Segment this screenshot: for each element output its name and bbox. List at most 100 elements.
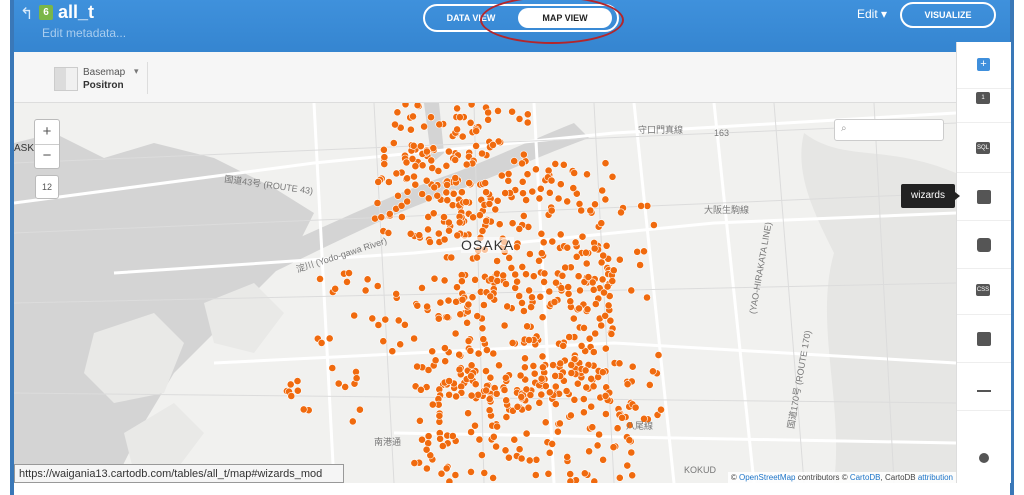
tool-geocode[interactable] [957, 437, 1011, 483]
data-point[interactable] [527, 303, 535, 311]
data-point[interactable] [523, 118, 532, 127]
data-point[interactable] [523, 170, 532, 179]
data-point[interactable] [588, 278, 597, 287]
data-point[interactable] [317, 338, 326, 347]
basemap-label[interactable]: Basemap [83, 67, 125, 78]
data-point[interactable] [445, 226, 453, 235]
data-point[interactable] [467, 391, 476, 400]
data-point[interactable] [548, 237, 557, 246]
data-point[interactable] [640, 247, 648, 256]
data-point[interactable] [601, 159, 610, 168]
data-point[interactable] [455, 113, 464, 122]
data-point[interactable] [562, 387, 571, 395]
data-point[interactable] [475, 435, 484, 444]
data-point[interactable] [601, 344, 610, 353]
data-point[interactable] [508, 338, 517, 347]
data-point[interactable] [532, 455, 541, 464]
visualize-button[interactable]: VISUALIZE [900, 2, 996, 28]
data-point[interactable] [401, 103, 410, 109]
data-point[interactable] [352, 374, 361, 383]
data-point[interactable] [618, 413, 626, 422]
data-point[interactable] [427, 113, 435, 122]
data-point[interactable] [418, 161, 427, 170]
data-point[interactable] [591, 300, 600, 308]
data-point[interactable] [512, 243, 521, 251]
map-canvas[interactable]: + − 12 ⌕ ASK 国道43号 (ROUTE 43) 淀川 (Yodo-g… [14, 103, 956, 483]
data-point[interactable] [519, 150, 528, 159]
data-point[interactable] [582, 383, 591, 392]
data-point[interactable] [373, 282, 382, 290]
data-point[interactable] [482, 346, 491, 354]
data-point[interactable] [436, 434, 444, 443]
data-point[interactable] [636, 261, 644, 269]
data-point[interactable] [400, 320, 409, 329]
data-point[interactable] [453, 104, 461, 113]
data-point[interactable] [564, 289, 573, 298]
data-point[interactable] [589, 382, 598, 391]
data-point[interactable] [355, 405, 364, 414]
data-point[interactable] [396, 340, 405, 349]
data-point[interactable] [544, 166, 553, 175]
data-point[interactable] [424, 366, 433, 374]
data-point[interactable] [554, 427, 562, 436]
data-point[interactable] [583, 305, 592, 314]
data-point[interactable] [453, 231, 462, 240]
data-point[interactable] [517, 454, 526, 463]
data-point[interactable] [615, 359, 624, 368]
data-point[interactable] [556, 419, 564, 428]
map-view-button[interactable]: MAP VIEW [518, 8, 612, 28]
data-point[interactable] [551, 371, 560, 380]
data-point[interactable] [440, 276, 449, 285]
data-point[interactable] [515, 114, 524, 123]
data-point[interactable] [418, 283, 426, 292]
data-point[interactable] [444, 147, 453, 156]
data-point[interactable] [578, 232, 587, 241]
data-point[interactable] [525, 336, 533, 344]
data-point[interactable] [299, 405, 308, 414]
data-point[interactable] [502, 413, 511, 421]
data-point[interactable] [499, 271, 508, 280]
data-point[interactable] [525, 456, 534, 465]
data-point[interactable] [389, 139, 398, 147]
data-point[interactable] [441, 357, 450, 366]
data-point[interactable] [422, 464, 431, 473]
data-point[interactable] [482, 188, 490, 197]
data-point[interactable] [526, 391, 535, 399]
data-point[interactable] [492, 389, 501, 398]
data-point[interactable] [453, 283, 461, 292]
data-point[interactable] [613, 424, 622, 433]
data-point[interactable] [422, 445, 431, 454]
data-point[interactable] [627, 448, 636, 457]
data-point[interactable] [601, 195, 610, 204]
data-point[interactable] [381, 315, 390, 324]
data-point[interactable] [341, 382, 350, 391]
data-point[interactable] [380, 160, 389, 168]
data-point[interactable] [577, 206, 586, 215]
data-point[interactable] [397, 213, 406, 221]
data-point[interactable] [615, 255, 624, 264]
data-point[interactable] [569, 184, 578, 192]
data-point[interactable] [286, 380, 295, 389]
data-point[interactable] [545, 188, 554, 197]
data-point[interactable] [535, 194, 544, 203]
data-point[interactable] [442, 161, 451, 170]
data-point[interactable] [564, 283, 573, 291]
data-point[interactable] [623, 461, 632, 470]
data-point[interactable] [530, 369, 539, 378]
data-point[interactable] [455, 350, 464, 359]
data-point[interactable] [541, 418, 550, 427]
data-point[interactable] [484, 108, 492, 117]
data-point[interactable] [552, 278, 560, 287]
data-point[interactable] [431, 356, 440, 365]
data-point[interactable] [379, 337, 388, 346]
data-point[interactable] [549, 361, 557, 369]
tool-legends[interactable] [957, 316, 1011, 363]
data-point[interactable] [428, 347, 437, 356]
data-point[interactable] [482, 367, 490, 375]
data-point[interactable] [440, 235, 449, 244]
data-point[interactable] [406, 125, 415, 134]
attribution-link[interactable]: attribution [918, 473, 953, 482]
data-point[interactable] [559, 160, 568, 169]
data-point[interactable] [598, 368, 607, 377]
data-point[interactable] [453, 125, 461, 134]
